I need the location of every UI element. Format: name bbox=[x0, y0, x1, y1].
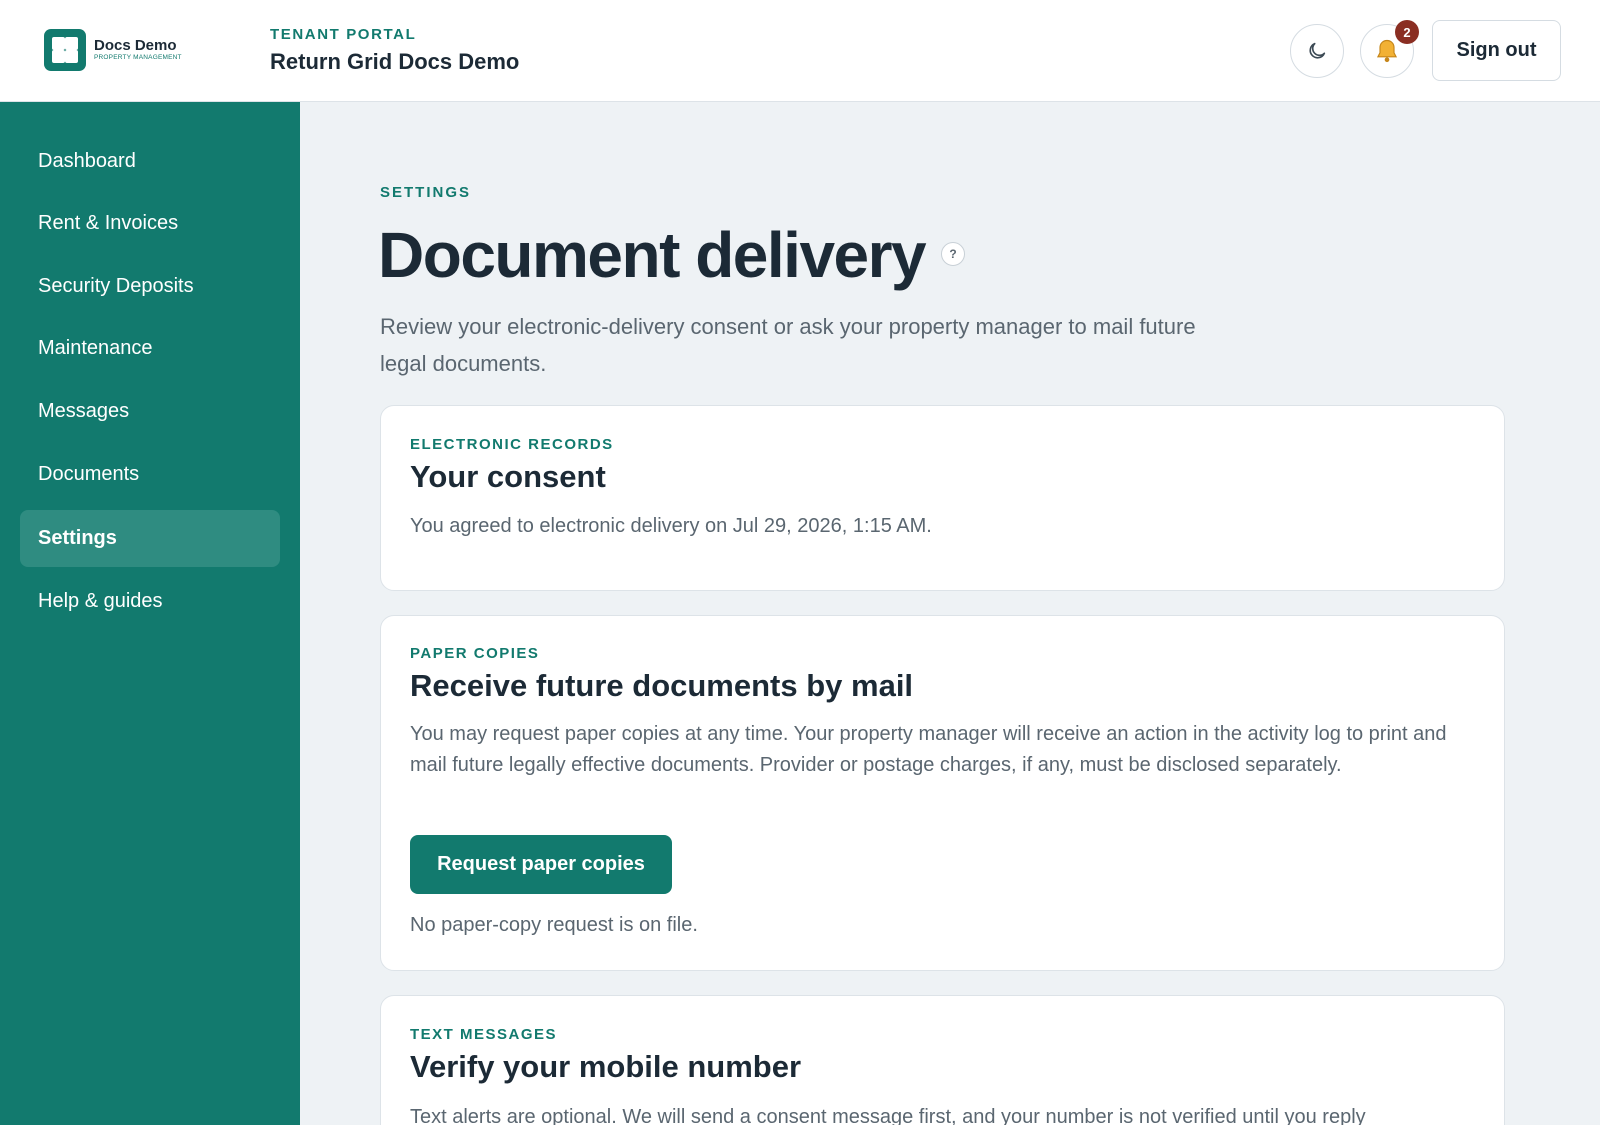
sms-eyebrow: TEXT MESSAGES bbox=[410, 1026, 558, 1043]
sidebar: Dashboard Rent & Invoices Security Depos… bbox=[0, 102, 300, 1125]
sidebar-item-settings[interactable]: Settings bbox=[20, 510, 280, 567]
sms-title: Verify your mobile number bbox=[410, 1049, 802, 1084]
sidebar-item-security-deposits[interactable]: Security Deposits bbox=[20, 258, 280, 315]
theme-toggle-button[interactable] bbox=[1290, 24, 1344, 78]
consent-eyebrow: ELECTRONIC RECORDS bbox=[410, 436, 614, 453]
top-bar: Docs Demo PROPERTY MANAGEMENT TENANT POR… bbox=[0, 0, 1600, 102]
sidebar-item-dashboard[interactable]: Dashboard bbox=[20, 133, 280, 190]
brand-name: Docs Demo bbox=[94, 37, 177, 55]
brand-subtitle: PROPERTY MANAGEMENT bbox=[94, 54, 182, 62]
paper-request-status: No paper-copy request is on file. bbox=[410, 914, 698, 936]
paper-description: You may request paper copies at any time… bbox=[410, 723, 1447, 776]
bell-icon bbox=[1376, 39, 1398, 63]
sidebar-item-rent-invoices[interactable]: Rent & Invoices bbox=[20, 195, 280, 252]
portal-eyebrow: TENANT PORTAL bbox=[270, 26, 417, 43]
sidebar-item-messages[interactable]: Messages bbox=[20, 383, 280, 440]
sms-verification-card: TEXT MESSAGES Verify your mobile number … bbox=[380, 995, 1505, 1125]
sms-description: Text alerts are optional. We will send a… bbox=[410, 1106, 1366, 1125]
paper-eyebrow: PAPER COPIES bbox=[410, 645, 540, 662]
portal-heading: TENANT PORTAL Return Grid Docs Demo bbox=[270, 26, 519, 75]
sidebar-item-help-guides[interactable]: Help & guides bbox=[20, 573, 280, 630]
page-eyebrow: SETTINGS bbox=[380, 184, 472, 201]
main-content: SETTINGS Document delivery ? Review your… bbox=[300, 102, 1600, 1125]
notification-count-badge: 2 bbox=[1395, 20, 1419, 44]
consent-card: ELECTRONIC RECORDS Your consent You agre… bbox=[380, 405, 1505, 591]
help-icon[interactable]: ? bbox=[941, 242, 965, 266]
sidebar-item-maintenance[interactable]: Maintenance bbox=[20, 320, 280, 377]
portal-title: Return Grid Docs Demo bbox=[270, 49, 520, 74]
moon-icon bbox=[1309, 42, 1326, 59]
sidebar-item-documents[interactable]: Documents bbox=[20, 446, 280, 503]
consent-title: Your consent bbox=[410, 459, 606, 494]
consent-status-text: You agreed to electronic delivery on Jul… bbox=[410, 515, 932, 537]
request-paper-copies-button[interactable]: Request paper copies bbox=[410, 835, 672, 894]
paper-copies-card: PAPER COPIES Receive future documents by… bbox=[380, 615, 1505, 971]
brand-logo[interactable]: Docs Demo PROPERTY MANAGEMENT bbox=[44, 29, 182, 71]
logo-grid-icon bbox=[44, 29, 86, 71]
page-title: Document delivery bbox=[378, 219, 927, 291]
page-intro: Review your electronic-delivery consent … bbox=[380, 314, 1196, 376]
sign-out-button[interactable]: Sign out bbox=[1432, 20, 1561, 81]
paper-title: Receive future documents by mail bbox=[410, 668, 914, 703]
